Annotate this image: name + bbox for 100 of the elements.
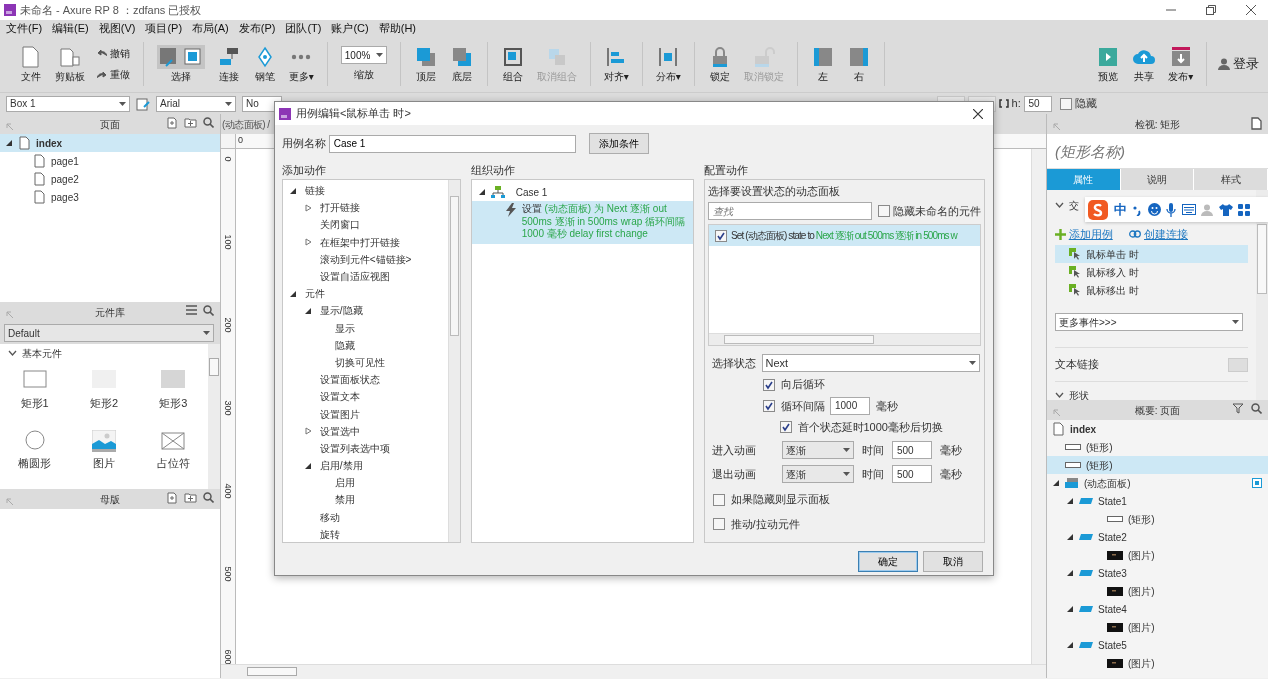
toolbar-button[interactable]: 撤销 (94, 43, 133, 63)
create-link[interactable]: 创建连接 (1144, 226, 1188, 243)
section-header[interactable]: 基本元件 (0, 344, 208, 362)
scroll-thumb[interactable] (209, 358, 219, 376)
checkbox[interactable] (878, 205, 891, 218)
toolbar-button[interactable]: 剪贴板 (52, 42, 88, 86)
action-item[interactable]: 关闭窗口 (283, 216, 449, 234)
toolbar-button[interactable]: 文件 (16, 42, 46, 86)
outline-item[interactable]: (矩形) (1047, 510, 1268, 528)
search-icon[interactable] (203, 117, 214, 128)
filter-icon[interactable] (1233, 403, 1245, 414)
action-item[interactable]: 在框架中打开链接 (283, 233, 449, 251)
maximize-icon[interactable] (1206, 5, 1216, 15)
image-icon[interactable] (92, 430, 116, 452)
collapsed-caret-icon[interactable] (304, 203, 312, 212)
case-name-field[interactable]: Case 1 (328, 134, 576, 153)
outline-item[interactable]: (图片) (1047, 582, 1268, 600)
action-item[interactable]: 移动 (283, 508, 449, 526)
action-item[interactable]: 设置面板状态 (283, 371, 449, 389)
panel-badge-icon[interactable] (1252, 478, 1262, 488)
action-item[interactable]: 设置文本 (283, 388, 449, 406)
action-item[interactable]: 设置列表选中项 (283, 439, 449, 457)
dropdown-arrow-icon[interactable] (119, 101, 126, 106)
outline-item[interactable]: State5 (1047, 636, 1268, 654)
dropdown-arrow-icon[interactable] (225, 101, 232, 106)
event-item[interactable]: 鼠标移出 时 (1055, 281, 1248, 300)
add-case-link[interactable]: 添加用例 (1068, 226, 1113, 243)
animation-select[interactable]: 逐渐 (782, 465, 854, 484)
add-condition-button[interactable]: 添加条件 (588, 133, 649, 154)
dropdown-arrow-icon[interactable] (375, 53, 383, 58)
ime-logo-icon[interactable] (1088, 199, 1108, 220)
action-item[interactable]: 显示 (283, 319, 449, 337)
page-item[interactable]: page1 (0, 152, 220, 170)
outline-item[interactable]: (图片) (1047, 546, 1268, 564)
dropdown-arrow-icon[interactable] (968, 361, 976, 366)
ellipse-icon[interactable] (22, 430, 47, 452)
expanded-caret-icon[interactable] (5, 139, 13, 147)
smiley-icon[interactable] (1147, 203, 1161, 216)
scroll-thumb[interactable] (247, 667, 297, 676)
chevron-down-icon[interactable] (1055, 392, 1064, 399)
expanded-caret-icon[interactable] (1066, 641, 1074, 649)
ime-mode-button[interactable]: 中 (1113, 199, 1127, 220)
action-item[interactable]: 设置图片 (283, 405, 449, 423)
expanded-caret-icon[interactable] (1066, 497, 1074, 505)
toolbar-button[interactable]: 顶层 (410, 42, 441, 86)
dialog-button[interactable]: 确定 (857, 551, 918, 572)
toolbar-button[interactable]: 对齐▾ (600, 42, 632, 86)
checkbox[interactable] (763, 378, 775, 391)
library-select[interactable]: Default (4, 324, 214, 342)
action-row[interactable]: 设置 (动态面板) 为 Next 逐渐 out 500ms 逐渐 in 500ms wrap 循环间隔 1000 毫秒 delay first change (472, 201, 693, 244)
action-item[interactable]: 旋转 (283, 525, 449, 542)
scrollbar[interactable] (709, 333, 980, 346)
edit-style-icon[interactable] (136, 96, 150, 111)
close-icon[interactable] (973, 108, 983, 119)
placeholder-icon[interactable] (161, 430, 186, 452)
action-item[interactable]: 设置自适应视图 (283, 267, 449, 286)
menu-item[interactable]: 团队(T) (285, 19, 322, 37)
event-item[interactable]: 鼠标移入 时 (1055, 263, 1248, 282)
tab[interactable]: 说明 (1120, 169, 1195, 190)
page-item[interactable]: page3 (0, 188, 220, 206)
close-icon[interactable] (1246, 5, 1256, 15)
search-icon[interactable] (1251, 403, 1262, 414)
shirt-icon[interactable] (1218, 203, 1233, 216)
target-row[interactable]: Set (动态面板) state to Next 逐渐 out 500ms 逐渐 in 500ms w (709, 225, 980, 247)
font-select[interactable]: Arial (156, 95, 236, 112)
collapsed-caret-icon[interactable] (304, 427, 312, 436)
outline-item[interactable]: State2 (1047, 528, 1268, 546)
action-item[interactable]: 禁用 (283, 491, 449, 509)
menu-item[interactable]: 项目(P) (145, 19, 183, 37)
dropdown-arrow-icon[interactable] (843, 472, 850, 477)
expanded-caret-icon[interactable] (1066, 605, 1074, 613)
scroll-thumb[interactable] (1257, 224, 1267, 294)
zoom-select[interactable]: 100% (340, 46, 387, 65)
action-item[interactable]: 打开链接 (283, 199, 449, 217)
add-folder-icon[interactable] (184, 492, 197, 503)
toolbar-button[interactable]: 发布▾ (1165, 42, 1197, 86)
menu-item[interactable]: 布局(A) (192, 19, 229, 37)
outline-item[interactable]: (图片) (1047, 618, 1268, 636)
expanded-caret-icon[interactable] (1052, 479, 1060, 487)
toolbar-button[interactable]: 钢笔 (249, 42, 280, 86)
toolbar-button[interactable]: 底层 (446, 42, 477, 86)
time-field[interactable]: 500 (892, 441, 932, 460)
scrollbar[interactable] (208, 344, 220, 489)
checkbox[interactable] (715, 229, 727, 242)
canvas-tab[interactable]: (动态面板) / (222, 119, 270, 130)
checkbox[interactable] (780, 421, 792, 433)
toolbar-button[interactable]: 左 (807, 42, 838, 86)
height-field[interactable]: 50 (1023, 95, 1052, 112)
menu-icon[interactable] (186, 305, 197, 315)
toolbar-button[interactable]: 预览 (1093, 42, 1124, 86)
outline-item[interactable]: index (1047, 420, 1268, 438)
search-field[interactable]: 查找 (708, 202, 873, 221)
microphone-icon[interactable] (1166, 202, 1176, 217)
case-item[interactable]: Case 1 (472, 183, 693, 201)
expanded-caret-icon[interactable] (304, 306, 312, 315)
tab[interactable]: 样式 (1194, 169, 1268, 190)
toolbar-button[interactable]: 选择 (153, 42, 208, 86)
hidden-checkbox[interactable] (1060, 97, 1073, 110)
keyboard-icon[interactable] (1181, 204, 1196, 215)
toolbar-button[interactable]: 组合 (497, 42, 528, 86)
